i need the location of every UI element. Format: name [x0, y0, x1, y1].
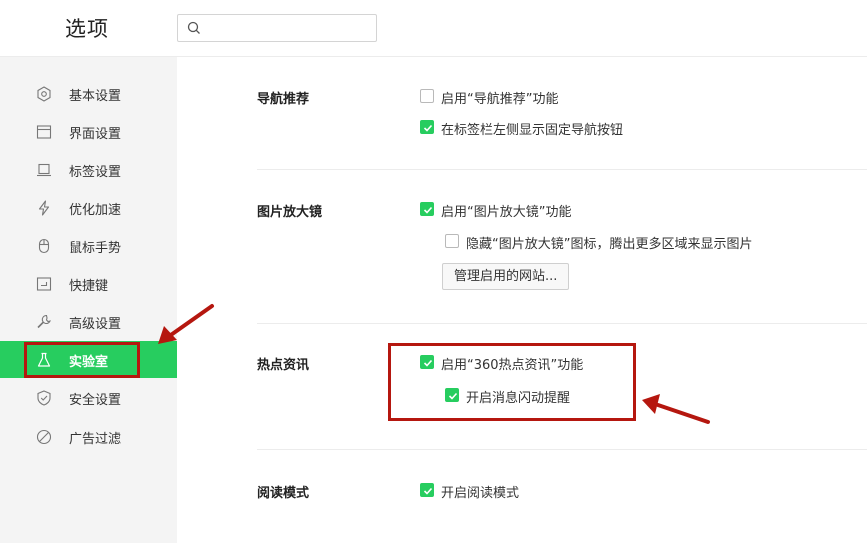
- checkbox-checked[interactable]: [420, 120, 434, 134]
- sidebar-item-label: 标签设置: [69, 165, 122, 180]
- sidebar-item-label: 界面设置: [69, 127, 122, 142]
- sidebar-item-tabs[interactable]: 标签设置: [0, 151, 177, 188]
- section-title-reading-mode: 阅读模式: [257, 486, 310, 501]
- option-label: 启用“导航推荐”功能: [441, 92, 559, 107]
- sidebar: 基本设置 界面设置 标签设置 优化加速 鼠标手势 快捷键 高级设置 实验室 安全…: [0, 57, 177, 543]
- search-box[interactable]: [177, 14, 377, 42]
- header: 选项: [0, 0, 867, 57]
- sidebar-item-label: 快捷键: [69, 279, 109, 294]
- sidebar-item-label: 实验室: [69, 355, 109, 370]
- section-title-image-zoom: 图片放大镜: [257, 205, 323, 220]
- option-label: 开启阅读模式: [441, 486, 520, 501]
- page-title: 选项: [65, 17, 109, 41]
- checkbox-unchecked[interactable]: [445, 234, 459, 248]
- checkbox-checked[interactable]: [420, 483, 434, 497]
- search-input[interactable]: [206, 18, 371, 38]
- sidebar-item-adblock[interactable]: 广告过滤: [0, 418, 177, 455]
- tab-icon: [37, 163, 51, 177]
- checkmark-icon: [423, 124, 433, 132]
- section-title-hot-news: 热点资讯: [257, 358, 310, 373]
- mouse-icon: [38, 238, 50, 254]
- checkbox-checked[interactable]: [420, 355, 434, 369]
- checkmark-icon: [423, 359, 433, 367]
- sidebar-item-lab[interactable]: 实验室: [0, 341, 177, 378]
- section-divider: [257, 169, 867, 170]
- checkmark-icon: [448, 392, 458, 400]
- option-label: 在标签栏左侧显示固定导航按钮: [441, 123, 624, 138]
- option-label: 隐藏“图片放大镜”图标，腾出更多区域来显示图片: [466, 237, 753, 252]
- sidebar-item-label: 优化加速: [69, 203, 122, 218]
- sidebar-item-label: 鼠标手势: [69, 241, 122, 256]
- section-divider: [257, 323, 867, 324]
- manage-sites-button[interactable]: 管理启用的网站...: [442, 263, 570, 290]
- settings-content: 导航推荐 启用“导航推荐”功能 在标签栏左侧显示固定导航按钮 图片放大镜 启用“…: [177, 57, 867, 543]
- keyboard-shortcut-icon: [36, 277, 52, 291]
- sidebar-item-shortcuts[interactable]: 快捷键: [0, 265, 177, 302]
- option-label: 启用“图片放大镜”功能: [441, 205, 572, 220]
- sidebar-item-label: 广告过滤: [69, 432, 122, 447]
- gear-icon: [37, 86, 51, 102]
- sidebar-item-label: 高级设置: [69, 317, 122, 332]
- options-page: 选项 基本设置 界面设置 标签设置 优化加速 鼠标手势 快捷键 高级设置 实验室…: [0, 0, 867, 543]
- sidebar-item-advanced[interactable]: 高级设置: [0, 303, 177, 340]
- sidebar-item-security[interactable]: 安全设置: [0, 379, 177, 416]
- checkmark-icon: [423, 206, 433, 214]
- checkbox-checked[interactable]: [445, 388, 459, 402]
- section-divider: [257, 449, 867, 450]
- search-icon: [187, 21, 200, 34]
- window-icon: [36, 125, 52, 139]
- sidebar-item-label: 安全设置: [69, 393, 122, 408]
- section-title-nav-recommend: 导航推荐: [257, 92, 310, 107]
- checkbox-unchecked[interactable]: [420, 89, 434, 103]
- sidebar-item-mouse-gesture[interactable]: 鼠标手势: [0, 227, 177, 264]
- checkbox-checked[interactable]: [420, 202, 434, 216]
- shield-icon: [37, 390, 51, 406]
- option-label: 启用“360热点资讯”功能: [441, 358, 584, 373]
- sidebar-item-basic[interactable]: 基本设置: [0, 75, 177, 112]
- sidebar-item-label: 基本设置: [69, 89, 122, 104]
- block-icon: [36, 429, 52, 445]
- checkmark-icon: [423, 487, 433, 495]
- lightning-icon: [38, 200, 50, 216]
- option-label: 开启消息闪动提醒: [466, 391, 571, 406]
- sidebar-item-speedup[interactable]: 优化加速: [0, 189, 177, 226]
- flask-icon: [37, 352, 51, 367]
- sidebar-item-interface[interactable]: 界面设置: [0, 113, 177, 150]
- wrench-icon: [37, 314, 51, 329]
